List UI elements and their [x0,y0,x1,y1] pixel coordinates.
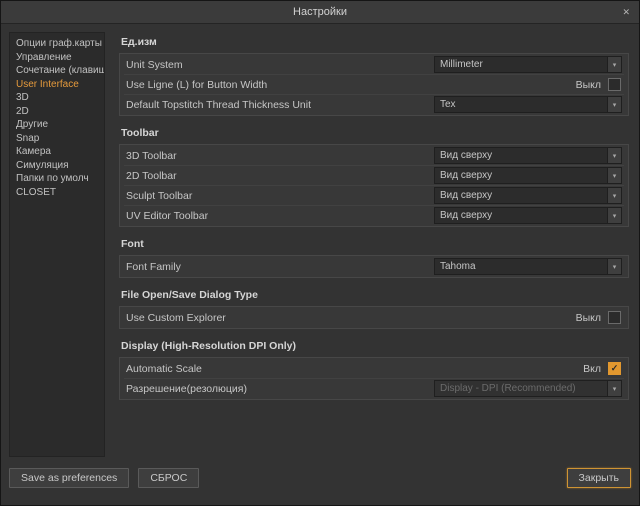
setting-row: Font Family Tahoma ▾ [124,257,624,276]
dialog-body: Опции граф.карты Управление Сочетание (к… [1,24,639,461]
select-value: Tahoma [435,261,607,272]
setting-row: Sculpt Toolbar Вид сверху ▾ [124,185,624,205]
custom-explorer-checkbox[interactable] [608,311,621,324]
uv-editor-toolbar-select[interactable]: Вид сверху ▾ [434,207,622,224]
setting-row: Unit System Millimeter ▾ [124,55,624,74]
unit-system-select[interactable]: Millimeter ▾ [434,56,622,73]
chevron-down-icon[interactable]: ▾ [607,259,621,274]
close-icon[interactable]: ✕ [622,1,630,23]
select-value: Tex [435,99,607,110]
font-family-select[interactable]: Tahoma ▾ [434,258,622,275]
section-title: Display (High-Resolution DPI Only) [121,340,629,352]
setting-label: Use Ligne (L) for Button Width [126,79,576,91]
chevron-down-icon[interactable]: ▾ [607,148,621,163]
chevron-down-icon[interactable]: ▾ [607,97,621,112]
3d-toolbar-select[interactable]: Вид сверху ▾ [434,147,622,164]
setting-row: Use Ligne (L) for Button Width Выкл [124,74,624,94]
groupbox-file-dialog: Use Custom Explorer Выкл [119,306,629,329]
sidebar-item-camera[interactable]: Камера [10,145,104,159]
settings-panel: Ед.изм Unit System Millimeter ▾ Use Lign… [115,32,631,457]
setting-label: Default Topstitch Thread Thickness Unit [126,99,434,111]
sidebar-item-graphics-options[interactable]: Опции граф.карты [10,37,104,51]
setting-label: 2D Toolbar [126,170,434,182]
reset-button[interactable]: СБРОС [138,468,199,488]
setting-row: Default Topstitch Thread Thickness Unit … [124,94,624,114]
chevron-down-icon[interactable]: ▾ [607,57,621,72]
setting-label: Sculpt Toolbar [126,190,434,202]
setting-row: 3D Toolbar Вид сверху ▾ [124,146,624,165]
save-as-preferences-button[interactable]: Save as preferences [9,468,129,488]
select-value: Вид сверху [435,150,607,161]
chevron-down-icon[interactable]: ▾ [607,188,621,203]
section-title: Toolbar [121,127,629,139]
groupbox-display: Automatic Scale Вкл ✓ Разрешение(резолюц… [119,357,629,400]
automatic-scale-checkbox[interactable]: ✓ [608,362,621,375]
setting-row: Automatic Scale Вкл ✓ [124,359,624,378]
sculpt-toolbar-select[interactable]: Вид сверху ▾ [434,187,622,204]
setting-label: Unit System [126,59,434,71]
setting-label: 3D Toolbar [126,150,434,162]
section-display: Display (High-Resolution DPI Only) Autom… [119,340,629,400]
checkbox-state-label: Выкл [576,312,601,324]
section-units: Ед.изм Unit System Millimeter ▾ Use Lign… [119,36,629,116]
titlebar: Настройки ✕ [1,1,639,24]
select-value: Вид сверху [435,190,607,201]
section-title: File Open/Save Dialog Type [121,289,629,301]
chevron-down-icon[interactable]: ▾ [607,208,621,223]
setting-label: Разрешение(резолюция) [126,383,434,395]
sidebar-item-closet[interactable]: CLOSET [10,186,104,200]
section-title: Font [121,238,629,250]
use-ligne-checkbox[interactable] [608,78,621,91]
setting-row: Разрешение(резолюция) Display - DPI (Rec… [124,378,624,398]
groupbox-font: Font Family Tahoma ▾ [119,255,629,278]
select-value: Millimeter [435,59,607,70]
groupbox-toolbar: 3D Toolbar Вид сверху ▾ 2D Toolbar Вид с… [119,144,629,227]
sidebar-item-simulation[interactable]: Симуляция [10,159,104,173]
setting-label: UV Editor Toolbar [126,210,434,222]
setting-row: 2D Toolbar Вид сверху ▾ [124,165,624,185]
section-title: Ед.изм [121,36,629,48]
checkbox-state-label: Вкл [583,363,601,375]
section-toolbar: Toolbar 3D Toolbar Вид сверху ▾ 2D Toolb… [119,127,629,227]
select-value: Вид сверху [435,170,607,181]
checkbox-state-label: Выкл [576,79,601,91]
sidebar-item-3d[interactable]: 3D [10,91,104,105]
groupbox-units: Unit System Millimeter ▾ Use Ligne (L) f… [119,53,629,116]
chevron-down-icon: ▾ [607,381,621,396]
sidebar-item-user-interface[interactable]: User Interface [10,78,104,92]
settings-dialog: Настройки ✕ Опции граф.карты Управление … [0,0,640,506]
select-value: Вид сверху [435,210,607,221]
sidebar-item-shortcuts[interactable]: Сочетание (клавиш) [10,64,104,78]
sidebar-item-snap[interactable]: Snap [10,132,104,146]
2d-toolbar-select[interactable]: Вид сверху ▾ [434,167,622,184]
close-button[interactable]: Закрыть [567,468,631,488]
setting-row: Use Custom Explorer Выкл [124,308,624,327]
sidebar-item-default-folders[interactable]: Папки по умолч [10,172,104,186]
section-file-dialog: File Open/Save Dialog Type Use Custom Ex… [119,289,629,329]
setting-row: UV Editor Toolbar Вид сверху ▾ [124,205,624,225]
topstitch-thickness-unit-select[interactable]: Tex ▾ [434,96,622,113]
setting-label: Use Custom Explorer [126,312,576,324]
sidebar-item-2d[interactable]: 2D [10,105,104,119]
sidebar-item-controls[interactable]: Управление [10,51,104,65]
setting-label: Font Family [126,261,434,273]
chevron-down-icon[interactable]: ▾ [607,168,621,183]
dialog-footer: Save as preferences СБРОС Закрыть [1,461,639,505]
section-font: Font Font Family Tahoma ▾ [119,238,629,278]
setting-label: Automatic Scale [126,363,583,375]
window-title: Настройки [293,6,347,18]
select-value: Display - DPI (Recommended) [435,383,607,394]
sidebar: Опции граф.карты Управление Сочетание (к… [9,32,105,457]
sidebar-item-others[interactable]: Другие [10,118,104,132]
resolution-select: Display - DPI (Recommended) ▾ [434,380,622,397]
